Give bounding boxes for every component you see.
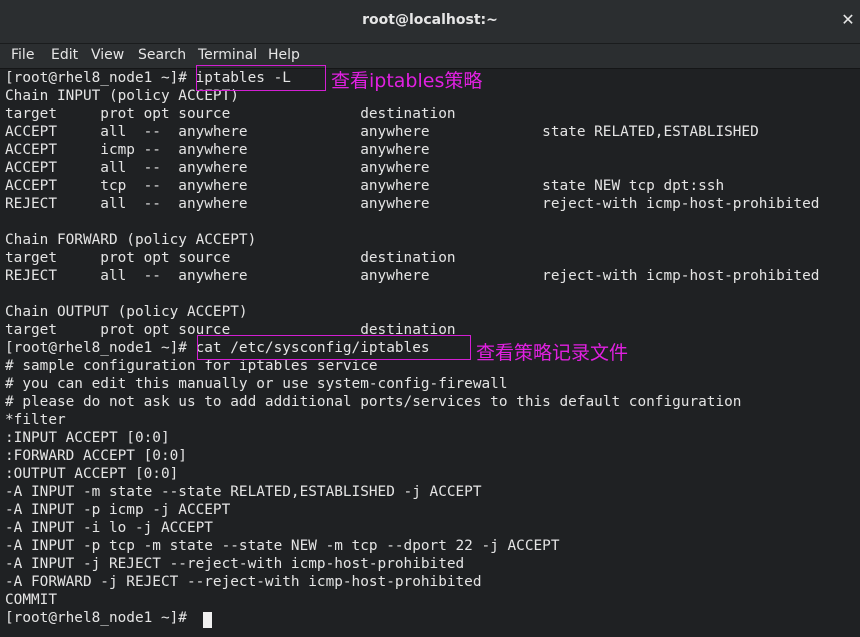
terminal-line: ACCEPT tcp -- anywhere anywhere state NE… xyxy=(5,178,725,194)
menu-file[interactable]: File xyxy=(11,47,34,63)
terminal-line: :INPUT ACCEPT [0:0] xyxy=(5,430,170,446)
terminal-line: ACCEPT all -- anywhere anywhere state RE… xyxy=(5,124,759,140)
terminal-line: -A INPUT -j REJECT --reject-with icmp-ho… xyxy=(5,556,465,572)
terminal-line: REJECT all -- anywhere anywhere reject-w… xyxy=(5,268,820,284)
annotation-note-iptables: 查看iptables策略 xyxy=(331,70,483,92)
terminal-line: :FORWARD ACCEPT [0:0] xyxy=(5,448,187,464)
terminal-line: :OUTPUT ACCEPT [0:0] xyxy=(5,466,179,482)
annotation-note-cat: 查看策略记录文件 xyxy=(476,342,629,364)
terminal-output[interactable]: [root@rhel8_node1 ~]# iptables -L Chain … xyxy=(0,65,860,637)
terminal-line: -A FORWARD -j REJECT --reject-with icmp-… xyxy=(5,574,482,590)
terminal-line: COMMIT xyxy=(5,592,57,608)
terminal-line: Chain OUTPUT (policy ACCEPT) xyxy=(5,304,248,320)
terminal-line: -A INPUT -i lo -j ACCEPT xyxy=(5,520,213,536)
menu-help[interactable]: Help xyxy=(268,47,300,63)
terminal-line: ACCEPT all -- anywhere anywhere xyxy=(5,160,430,176)
terminal-line: # you can edit this manually or use syst… xyxy=(5,376,508,392)
terminal-line: # please do not ask us to add additional… xyxy=(5,394,742,410)
terminal-line: -A INPUT -p tcp -m state --state NEW -m … xyxy=(5,538,560,554)
terminal-line: Chain FORWARD (policy ACCEPT) xyxy=(5,232,257,248)
terminal-line: ACCEPT icmp -- anywhere anywhere xyxy=(5,142,430,158)
terminal-line: target prot opt source destination xyxy=(5,250,456,266)
menu-edit[interactable]: Edit xyxy=(51,47,78,63)
terminal-line: -A INPUT -p icmp -j ACCEPT xyxy=(5,502,231,518)
terminal-line: *filter xyxy=(5,412,66,428)
menu-view[interactable]: View xyxy=(91,47,124,63)
window-titlebar[interactable]: root@localhost:~ ✕ xyxy=(0,0,860,44)
terminal-prompt[interactable]: [root@rhel8_node1 ~]# xyxy=(5,609,196,627)
window-title: root@localhost:~ xyxy=(362,12,498,28)
menu-search[interactable]: Search xyxy=(138,47,186,63)
terminal-line: target prot opt source destination xyxy=(5,106,456,122)
terminal-line: -A INPUT -m state --state RELATED,ESTABL… xyxy=(5,484,482,500)
terminal-line: REJECT all -- anywhere anywhere reject-w… xyxy=(5,196,820,212)
annotation-box-cat xyxy=(197,335,471,360)
annotation-box-iptables xyxy=(196,65,326,91)
menu-terminal[interactable]: Terminal xyxy=(198,47,257,63)
close-icon[interactable]: ✕ xyxy=(840,11,856,29)
terminal-cursor xyxy=(203,612,212,628)
